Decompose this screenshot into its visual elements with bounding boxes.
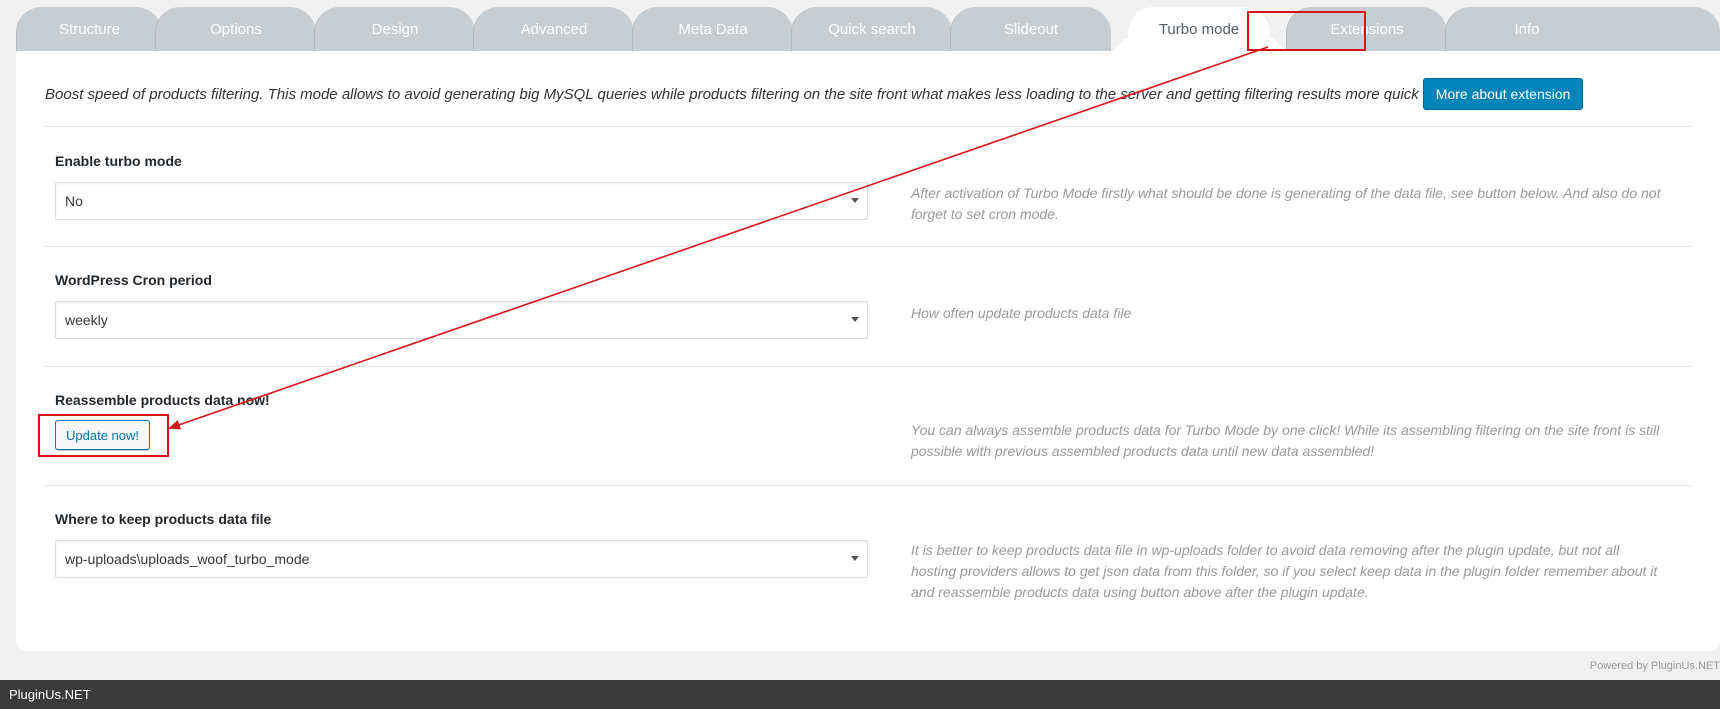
settings-tabs: Structure Options Design Advanced Meta D… (16, 7, 1720, 51)
enable-turbo-help: After activation of Turbo Mode firstly w… (911, 185, 1661, 222)
tab-meta-data[interactable]: Meta Data (632, 7, 793, 51)
reassemble-label: Reassemble products data now! (55, 392, 270, 408)
update-now-button[interactable]: Update now! (55, 420, 150, 450)
chevron-down-icon (851, 317, 859, 322)
powered-by-text: Powered by PluginUs.NET (1589, 660, 1720, 672)
bottom-bar-label: PluginUs.NET (9, 687, 91, 702)
cron-period-select[interactable]: weekly (55, 301, 868, 339)
divider (45, 485, 1692, 486)
enable-turbo-select[interactable]: No (55, 182, 868, 220)
enable-turbo-label: Enable turbo mode (55, 153, 182, 169)
divider (45, 126, 1692, 127)
intro-row: Boost speed of products filtering. This … (45, 78, 1685, 110)
data-location-help: It is better to keep products data file … (911, 542, 1658, 600)
tab-extensions[interactable]: Extensions (1286, 7, 1447, 51)
cron-period-label: WordPress Cron period (55, 272, 212, 288)
enable-turbo-value: No (65, 193, 83, 209)
chevron-down-icon (851, 556, 859, 561)
tab-quick-search[interactable]: Quick search (791, 7, 952, 51)
tab-design[interactable]: Design (314, 7, 475, 51)
bottom-bar: PluginUs.NET (0, 680, 1720, 709)
tab-options[interactable]: Options (155, 7, 316, 51)
reassemble-help: You can always assemble products data fo… (911, 422, 1660, 459)
tab-slideout[interactable]: Slideout (950, 7, 1111, 51)
cron-period-help: How often update products data file (911, 305, 1132, 321)
tab-info[interactable]: Info (1445, 7, 1720, 51)
data-location-value: wp-uploads\uploads_woof_turbo_mode (65, 551, 310, 567)
data-location-select[interactable]: wp-uploads\uploads_woof_turbo_mode (55, 540, 868, 578)
cron-period-value: weekly (65, 312, 108, 328)
data-location-label: Where to keep products data file (55, 511, 272, 527)
divider (45, 246, 1692, 247)
tab-turbo-mode[interactable]: Turbo mode (1128, 7, 1270, 51)
more-about-extension-button[interactable]: More about extension (1422, 78, 1584, 110)
intro-description: Boost speed of products filtering. This … (45, 85, 1419, 103)
chevron-down-icon (851, 198, 859, 203)
tab-advanced[interactable]: Advanced (473, 7, 634, 51)
tab-structure[interactable]: Structure (16, 7, 162, 51)
divider (45, 366, 1692, 367)
turbo-mode-panel: Boost speed of products filtering. This … (16, 51, 1720, 651)
